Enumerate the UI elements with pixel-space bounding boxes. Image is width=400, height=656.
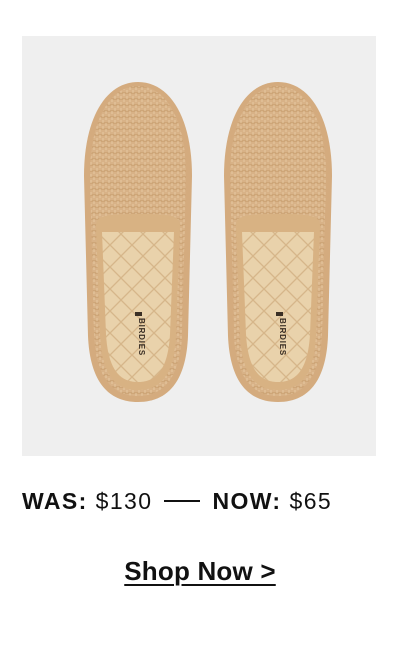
- right-shoe: BIRDIES: [224, 82, 332, 402]
- was-price-label: WAS:: [22, 487, 88, 514]
- product-image[interactable]: BIRDIES BIRDIES: [22, 36, 376, 456]
- price-divider: [164, 500, 201, 502]
- svg-text:BIRDIES: BIRDIES: [278, 318, 287, 356]
- left-shoe: BIRDIES: [84, 82, 192, 402]
- price-comparison: WAS: $130 NOW: $65: [22, 486, 362, 516]
- now-price-value: $65: [289, 487, 333, 514]
- shop-now-link[interactable]: Shop Now >: [124, 556, 276, 586]
- was-price-value: $130: [95, 487, 153, 514]
- shop-now-container: Shop Now >: [0, 556, 400, 587]
- loafer-pair-photo-icon: BIRDIES BIRDIES: [84, 82, 332, 402]
- svg-text:BIRDIES: BIRDIES: [137, 318, 146, 356]
- now-price-label: NOW:: [212, 487, 282, 514]
